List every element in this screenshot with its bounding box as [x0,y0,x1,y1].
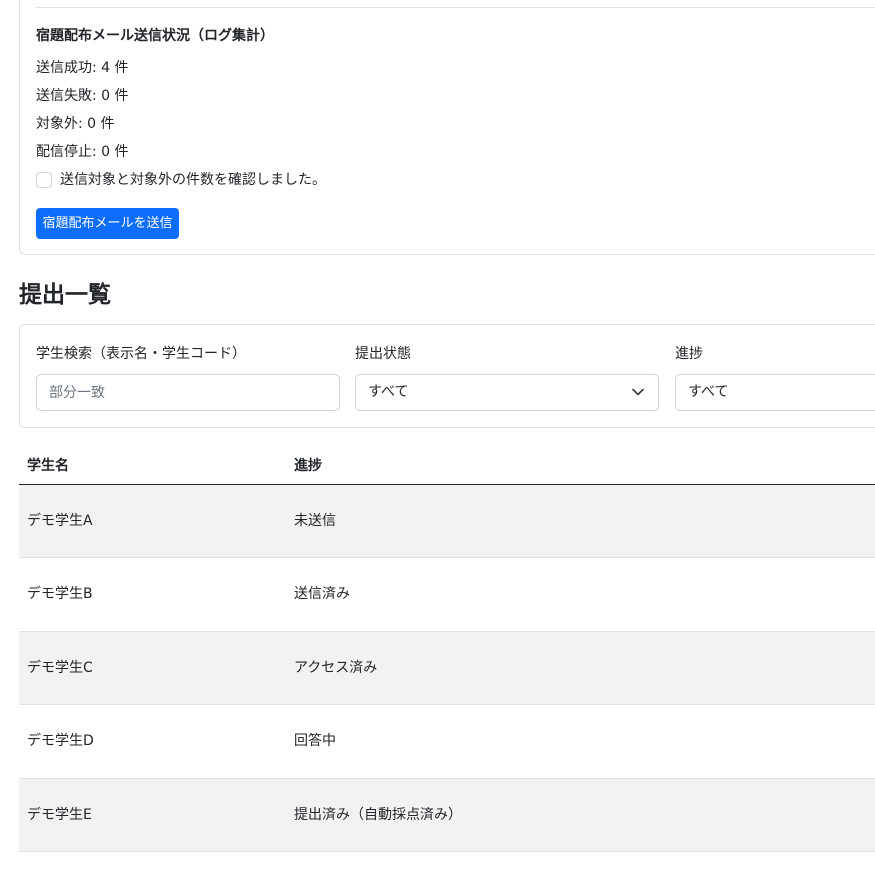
progress-cell: アクセス済み [294,659,378,676]
progress-filter-select[interactable]: すべて [675,374,875,411]
divider [36,7,875,8]
student-search-input[interactable] [36,374,340,411]
stat-excluded: 対象外: 0 件 [36,116,115,132]
table-row: デモ学生C アクセス済み [19,631,875,706]
table-row: デモ学生E 提出済み（自動採点済み） [19,778,875,852]
progress-cell: 未送信 [294,513,336,529]
stat-stopped: 配信停止: 0 件 [36,144,129,160]
progress-filter-label: 進捗 [675,346,703,362]
send-homework-mail-button[interactable]: 宿題配布メールを送信 [36,208,179,239]
progress-cell: 送信済み [294,586,350,603]
column-header-name: 学生名 [27,458,69,474]
table-row: デモ学生B 送信済み [19,558,875,632]
stat-success: 送信成功: 4 件 [36,60,129,76]
table-header: 学生名 進捗 [19,446,875,485]
confirm-checkbox[interactable] [36,172,52,188]
confirm-checkbox-row[interactable]: 送信対象と対象外の件数を確認しました。 [36,171,326,189]
stat-failed: 送信失敗: 0 件 [36,88,129,104]
search-label: 学生検索（表示名・学生コード） [36,346,246,362]
student-name-cell: デモ学生D [27,733,94,750]
student-name-cell: デモ学生A [27,513,93,529]
status-filter-value: すべて [368,384,409,400]
chevron-down-icon [632,388,644,396]
student-name-cell: デモ学生C [27,659,93,676]
confirm-checkbox-label[interactable]: 送信対象と対象外の件数を確認しました。 [60,171,326,189]
student-name-cell: デモ学生B [27,586,93,603]
status-filter-label: 提出状態 [355,346,411,362]
student-name-cell: デモ学生E [27,806,92,823]
page-title: 提出一覧 [19,282,111,308]
table-row: デモ学生D 回答中 [19,705,875,779]
filter-card: 学生検索（表示名・学生コード） 提出状態 進捗 すべて すべて [19,324,875,428]
table-row: デモ学生A 未送信 [19,485,875,559]
submission-table: 学生名 進捗 デモ学生A 未送信 デモ学生B 送信済み デモ学生C アクセス済み… [19,446,875,852]
progress-filter-value: すべて [688,384,729,400]
mail-status-card: 宿題配布メール送信状況（ログ集計） 送信成功: 4 件 送信失敗: 0 件 対象… [19,0,875,255]
progress-cell: 回答中 [294,733,336,750]
mail-status-title: 宿題配布メール送信状況（ログ集計） [36,28,274,44]
column-header-progress: 進捗 [294,458,322,474]
status-filter-select[interactable]: すべて [355,374,659,411]
page: 宿題配布メール送信状況（ログ集計） 送信成功: 4 件 送信失敗: 0 件 対象… [0,0,875,870]
progress-cell: 提出済み（自動採点済み） [294,806,462,823]
